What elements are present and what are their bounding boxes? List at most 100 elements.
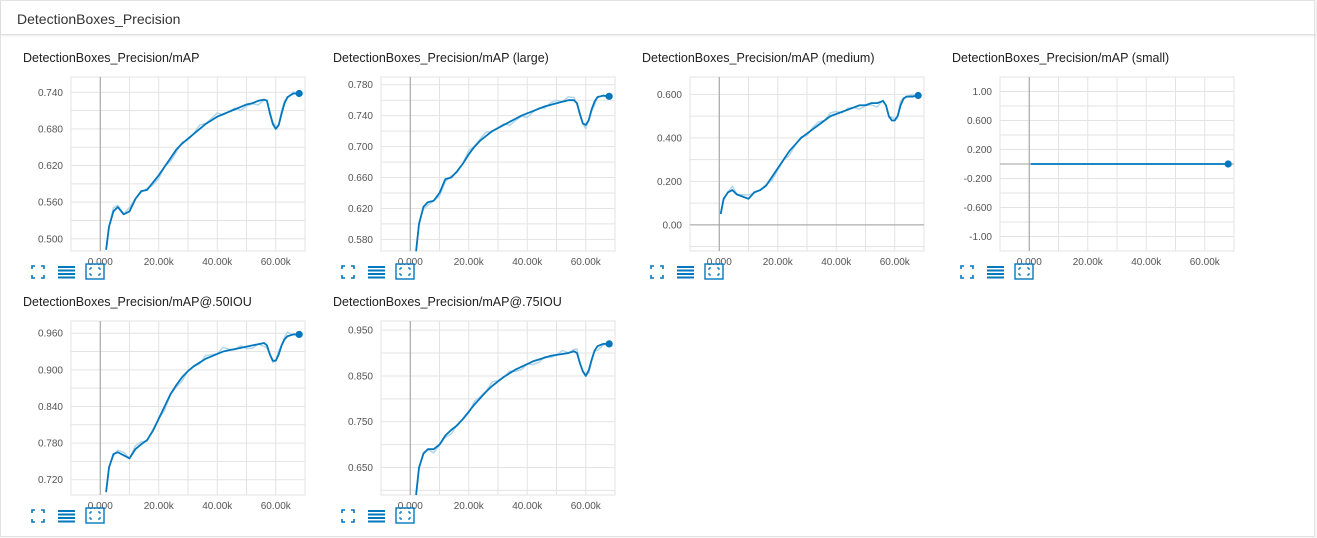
x-tick-label: 20.00k xyxy=(1073,257,1104,268)
x-tick-label: 60.00k xyxy=(880,257,911,268)
smoothed-series-line xyxy=(415,94,610,252)
expand-button[interactable] xyxy=(29,507,49,525)
chart-card-map-large: DetectionBoxes_Precision/mAP (large) 0.0… xyxy=(311,41,616,280)
log-scale-bar xyxy=(677,269,694,272)
y-tick-label: 0.600 xyxy=(967,116,992,127)
fit-domain-button[interactable] xyxy=(1014,263,1034,281)
last-point-marker[interactable] xyxy=(1224,160,1232,168)
y-tick-label: 0.740 xyxy=(348,111,373,122)
toggle-log-scale-button[interactable] xyxy=(367,263,387,281)
toggle-log-scale-button[interactable] xyxy=(57,507,77,525)
fit-domain-frame xyxy=(85,507,105,524)
log-scale-bar xyxy=(677,276,694,279)
fit-domain-frame xyxy=(395,507,415,524)
y-tick-label: 0.00 xyxy=(663,220,683,231)
y-tick-label: 0.200 xyxy=(657,177,682,188)
expand-glyph xyxy=(650,265,664,279)
log-scale-bar xyxy=(58,266,75,268)
log-scale-bar xyxy=(368,517,385,519)
chart-card-map: DetectionBoxes_Precision/mAP 0.000 20.00k… xyxy=(1,41,306,280)
toggle-log-scale-icon xyxy=(368,266,385,279)
expand-icon xyxy=(31,509,45,523)
group-title: DetectionBoxes_Precision xyxy=(17,11,181,27)
smoothed-series-line xyxy=(105,333,300,493)
x-tick-label: 40.00k xyxy=(1131,257,1162,268)
fit-domain-corners xyxy=(89,511,101,520)
expand-button[interactable] xyxy=(958,263,978,281)
last-point-marker[interactable] xyxy=(295,89,303,98)
fit-domain-icon xyxy=(704,263,724,280)
fit-domain-frame xyxy=(85,263,105,280)
expand-glyph xyxy=(960,265,974,279)
expand-icon xyxy=(960,265,974,279)
y-tick-label: 0.400 xyxy=(657,133,682,144)
last-point-marker[interactable] xyxy=(605,92,613,100)
chart-card-map-75iou: DetectionBoxes_Precision/mAP@.75IOU 0.00… xyxy=(311,285,616,524)
log-scale-bar xyxy=(58,513,75,516)
expand-button[interactable] xyxy=(29,263,49,281)
log-scale-bar xyxy=(368,269,385,272)
x-tick-label: 40.00k xyxy=(512,501,543,512)
toggle-log-scale-button[interactable] xyxy=(986,263,1006,281)
y-tick-label: 0.560 xyxy=(38,198,63,209)
y-tick-label: 1.00 xyxy=(973,87,993,98)
fit-domain-frame xyxy=(1014,263,1034,280)
log-scale-bar xyxy=(987,276,1004,279)
toggle-log-scale-button[interactable] xyxy=(57,263,77,281)
toggle-log-scale-button[interactable] xyxy=(367,507,387,525)
y-tick-label: 0.200 xyxy=(967,145,992,156)
fit-domain-corners xyxy=(399,511,411,520)
y-tick-label: 0.650 xyxy=(348,463,373,474)
fit-domain-icon xyxy=(85,263,105,280)
fit-domain-icon xyxy=(85,507,105,524)
y-tick-label: 0.680 xyxy=(38,124,63,135)
smoothed-series-line xyxy=(415,342,610,496)
chart-grid xyxy=(380,76,616,252)
chart-grid xyxy=(380,320,616,496)
last-point-marker[interactable] xyxy=(914,91,922,100)
x-tick-label: 40.00k xyxy=(202,257,233,268)
smoothed-series-line xyxy=(105,92,300,250)
line-chart: 0.000 20.00k 40.00k 60.00k0.5000.5600.6200.… xyxy=(38,76,306,268)
toggle-log-scale-icon xyxy=(58,510,75,523)
fit-domain-corners xyxy=(708,267,720,276)
y-tick-label: 0.750 xyxy=(348,417,373,428)
fit-domain-button[interactable] xyxy=(395,507,415,525)
toggle-log-scale-icon xyxy=(368,510,385,523)
log-scale-bar xyxy=(677,273,694,275)
y-tick-label: 0.620 xyxy=(38,161,63,172)
fit-domain-button[interactable] xyxy=(85,263,105,281)
y-tick-label: 0.900 xyxy=(38,365,63,376)
expand-button[interactable] xyxy=(339,507,359,525)
chart-title: DetectionBoxes_Precision/mAP@.50IOU xyxy=(23,295,252,309)
last-point-marker[interactable] xyxy=(295,330,303,339)
scalar-group-card: DetectionBoxes_Precision DetectionBoxes_… xyxy=(0,0,1316,537)
expand-icon xyxy=(341,265,355,279)
chart-title: DetectionBoxes_Precision/mAP (small) xyxy=(952,51,1170,65)
expand-button[interactable] xyxy=(339,263,359,281)
expand-glyph xyxy=(341,265,355,279)
log-scale-bar xyxy=(368,520,385,523)
chart-title: DetectionBoxes_Precision/mAP xyxy=(23,51,200,65)
chart-title: DetectionBoxes_Precision/mAP@.75IOU xyxy=(333,295,562,309)
y-tick-label: -1.00 xyxy=(969,232,992,243)
log-scale-bar xyxy=(58,520,75,523)
chart-card-map-small: DetectionBoxes_Precision/mAP (small) 0.0… xyxy=(930,41,1235,280)
x-tick-label: 40.00k xyxy=(512,257,543,268)
toggle-log-scale-button[interactable] xyxy=(676,263,696,281)
group-header[interactable]: DetectionBoxes_Precision xyxy=(1,1,1316,35)
log-scale-bar xyxy=(368,276,385,279)
toggle-log-scale-icon xyxy=(987,266,1004,279)
chart-title: DetectionBoxes_Precision/mAP (large) xyxy=(333,51,549,65)
log-scale-bar xyxy=(368,273,385,275)
fit-domain-button[interactable] xyxy=(85,507,105,525)
fit-domain-button[interactable] xyxy=(395,263,415,281)
x-tick-label: 20.00k xyxy=(454,501,485,512)
last-point-marker[interactable] xyxy=(605,340,613,348)
x-tick-label: 60.00k xyxy=(1190,257,1221,268)
y-tick-label: 0.950 xyxy=(348,326,373,337)
y-tick-label: -0.200 xyxy=(964,174,993,185)
expand-button[interactable] xyxy=(648,263,668,281)
line-chart: 0.000 20.00k 40.00k 60.00k0.7200.7800.8400.… xyxy=(38,320,306,512)
fit-domain-button[interactable] xyxy=(704,263,724,281)
